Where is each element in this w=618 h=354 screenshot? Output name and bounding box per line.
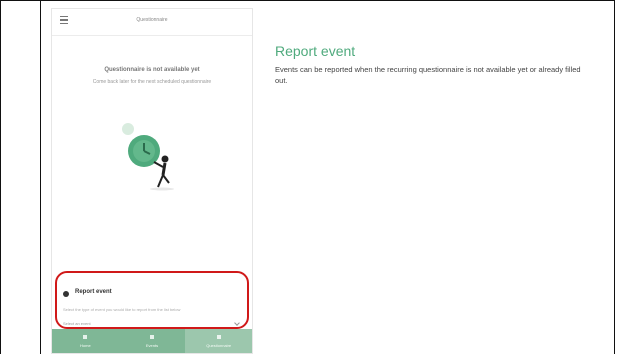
calendar-icon [150,335,154,339]
phone-title: Questionnaire [136,17,168,23]
empty-state-title: Questionnaire is not available yet [104,67,200,73]
bullet-icon [63,291,69,297]
clock-illustration-icon [122,123,174,191]
empty-state-subtitle: Come back later for the next scheduled q… [92,79,212,85]
nav-item-label: Events [145,343,159,348]
nav-item-label: Home [80,343,91,348]
nav-item-questionnaire[interactable]: Questionnaire [185,329,252,353]
nav-item-home[interactable]: Home [52,329,119,353]
detail-title: Report event [275,43,356,59]
report-event-title: Report event [75,289,112,295]
report-event-description: Select the type of event you would like … [63,307,181,312]
chevron-down-icon [234,320,240,326]
sidebar-divider [40,0,41,354]
phone-screen: Questionnaire Questionnaire is not avail… [51,8,253,354]
nav-item-events[interactable]: Events [119,329,186,353]
home-icon [83,335,88,339]
report-event-card[interactable]: Report event Select the type of event yo… [55,271,249,330]
phone-header: Questionnaire [52,9,252,36]
event-type-select-value: Select an event [63,321,91,326]
nav-item-label: Questionnaire [206,343,232,348]
bottom-nav: Home Events Questionnaire [52,329,252,353]
clipboard-icon [216,335,221,339]
detail-description: Events can be reported when the recurrin… [275,65,581,85]
